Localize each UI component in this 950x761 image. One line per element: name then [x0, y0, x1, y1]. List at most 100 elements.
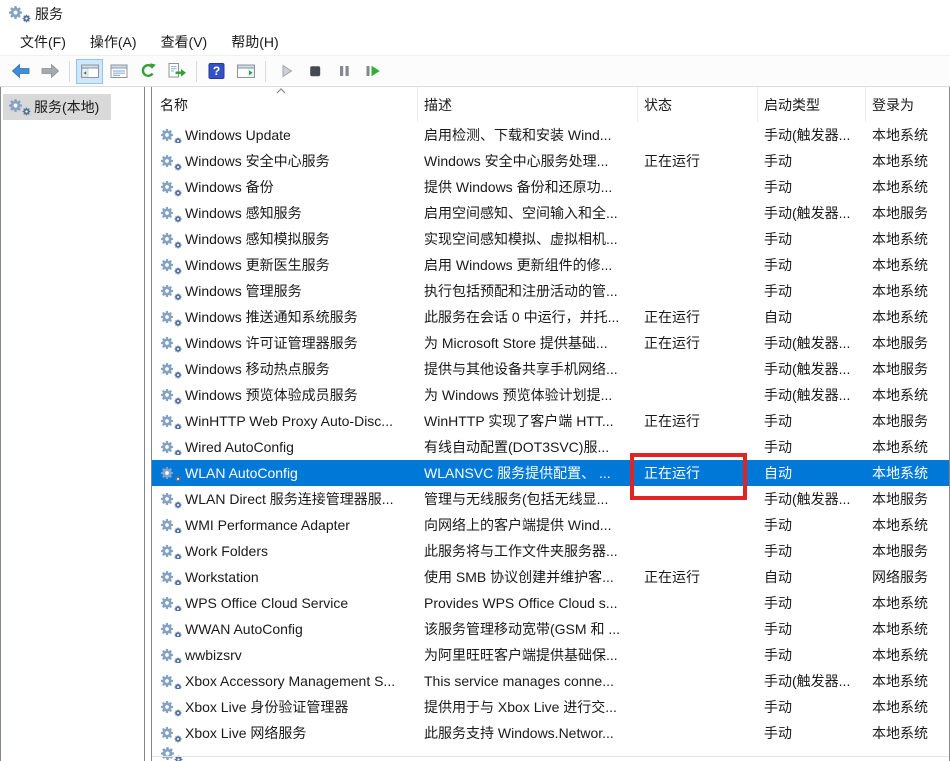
service-row[interactable]: wwbizsrv为阿里旺旺客户端提供基础保...手动本地系统 [152, 642, 949, 668]
service-row[interactable]: WLAN AutoConfigWLANSVC 服务提供配置、 ...正在运行自动… [152, 460, 949, 486]
services-gear-icon [8, 98, 28, 116]
menu-bar: 文件(F) 操作(A) 查看(V) 帮助(H) [0, 28, 950, 56]
service-row[interactable]: Wired AutoConfig有线自动配置(DOT3SVC)服...手动本地系… [152, 434, 949, 460]
service-row[interactable]: Windows 安全中心服务Windows 安全中心服务处理...正在运行手动本… [152, 148, 949, 174]
service-row[interactable]: WPS Office Cloud ServiceProvides WPS Off… [152, 590, 949, 616]
toolbar-separator [265, 61, 266, 82]
service-name-cell: Xbox Live 网络服务 [152, 723, 418, 743]
column-header-description[interactable]: 描述 [418, 87, 638, 122]
service-logon-cell: 本地系统 [866, 593, 950, 613]
service-logon-cell: 本地系统 [866, 723, 950, 743]
service-row[interactable]: Xbox Accessory Management S...This servi… [152, 668, 949, 694]
stop-service-button[interactable] [301, 59, 328, 84]
service-row[interactable]: Windows 感知服务启用空间感知、空间输入和全...手动(触发器...本地服… [152, 200, 949, 226]
column-header-startup-type[interactable]: 启动类型 [758, 87, 866, 122]
service-startup-type-cell: 手动 [758, 411, 866, 431]
service-status-cell: 正在运行 [638, 567, 758, 587]
service-description-cell: 启用空间感知、空间输入和全... [418, 203, 638, 223]
help-button[interactable]: ? [203, 59, 230, 84]
service-row[interactable]: Windows 推送通知系统服务此服务在会话 0 中运行，并托...正在运行自动… [152, 304, 949, 330]
restart-service-button[interactable] [359, 59, 386, 84]
service-logon-cell: 本地系统 [866, 281, 950, 301]
service-name-cell: Work Folders [152, 543, 418, 559]
service-description-cell: Windows 安全中心服务处理... [418, 151, 638, 171]
service-row[interactable]: WLAN Direct 服务连接管理器服...管理与无线服务(包括无线显...手… [152, 486, 949, 512]
service-row[interactable]: Xbox Live 网络服务此服务支持 Windows.Networ...手动本… [152, 720, 949, 746]
service-startup-type-cell: 手动 [758, 229, 866, 249]
service-name-cell: Windows 移动热点服务 [152, 359, 418, 379]
service-startup-type-cell: 手动 [758, 541, 866, 561]
column-header-logon-as[interactable]: 登录为 [866, 87, 950, 122]
forward-button[interactable] [36, 59, 63, 84]
service-startup-type-cell: 手动(触发器... [758, 203, 866, 223]
service-logon-cell: 本地系统 [866, 229, 950, 249]
show-action-pane-button[interactable] [232, 59, 259, 84]
stop-icon [306, 62, 324, 80]
service-logon-cell: 本地服务 [866, 333, 950, 353]
services-list-pane: 名称 描述 状态 启动类型 登录为 Windows Update启用检测、下载和… [151, 87, 950, 761]
menu-file[interactable]: 文件(F) [8, 28, 78, 56]
service-startup-type-cell: 手动 [758, 255, 866, 275]
refresh-button[interactable] [134, 59, 161, 84]
service-row[interactable]: Windows 感知模拟服务实现空间感知模拟、虚拟相机...手动本地系统 [152, 226, 949, 252]
service-description-cell: 此服务在会话 0 中运行，并托... [418, 307, 638, 327]
service-description-cell: 为 Microsoft Store 提供基础... [418, 333, 638, 353]
start-service-button[interactable] [272, 59, 299, 84]
service-row[interactable]: Work Folders此服务将与工作文件夹服务器...手动本地服务 [152, 538, 949, 564]
service-row[interactable]: WinHTTP Web Proxy Auto-Disc...WinHTTP 实现… [152, 408, 949, 434]
service-name-cell: Windows Update [152, 127, 418, 143]
toolbar-separator [69, 61, 70, 82]
service-name-cell: WWAN AutoConfig [152, 621, 418, 637]
service-description-cell: 启用检测、下载和安装 Wind... [418, 125, 638, 145]
service-name-cell: Windows 安全中心服务 [152, 151, 418, 171]
properties-button[interactable] [105, 59, 132, 84]
pause-service-button[interactable] [330, 59, 357, 84]
content-area: 服务(本地) 名称 描述 状态 启动类型 登录为 Windows Update启… [0, 87, 950, 761]
service-startup-type-cell: 手动 [758, 645, 866, 665]
service-startup-type-cell: 手动(触发器... [758, 333, 866, 353]
service-logon-cell: 本地系统 [866, 515, 950, 535]
console-tree-icon [80, 63, 100, 80]
service-name-cell: Windows 感知模拟服务 [152, 229, 418, 249]
refresh-icon [138, 62, 158, 80]
service-row[interactable]: WWAN AutoConfig该服务管理移动宽带(GSM 和 ...手动本地系统 [152, 616, 949, 642]
service-name-cell: Workstation [152, 569, 418, 585]
service-name-cell: Wired AutoConfig [152, 439, 418, 455]
service-row[interactable]: Windows Update启用检测、下载和安装 Wind...手动(触发器..… [152, 122, 949, 148]
service-row[interactable]: Windows 移动热点服务提供与其他设备共享手机网络...手动(触发器...本… [152, 356, 949, 382]
service-row[interactable]: Windows 更新医生服务启用 Windows 更新组件的修...手动本地系统 [152, 252, 949, 278]
service-name-cell: Windows 推送通知系统服务 [152, 307, 418, 327]
service-description-cell: 此服务将与工作文件夹服务器... [418, 541, 638, 561]
service-logon-cell: 本地系统 [866, 385, 950, 405]
export-list-button[interactable] [163, 59, 190, 84]
service-row[interactable]: Workstation使用 SMB 协议创建并维护客...正在运行自动网络服务 [152, 564, 949, 590]
sidebar-item-services-local[interactable]: 服务(本地) [3, 94, 111, 120]
service-description-cell: WinHTTP 实现了客户端 HTT... [418, 411, 638, 431]
service-status-cell: 正在运行 [638, 307, 758, 327]
service-row[interactable]: Windows 管理服务执行包括预配和注册活动的管...手动本地系统 [152, 278, 949, 304]
service-logon-cell: 本地服务 [866, 359, 950, 379]
menu-action[interactable]: 操作(A) [78, 28, 149, 56]
service-startup-type-cell: 手动 [758, 515, 866, 535]
show-console-tree-button[interactable] [76, 59, 103, 84]
service-logon-cell: 本地系统 [866, 437, 950, 457]
service-logon-cell: 本地系统 [866, 255, 950, 275]
service-startup-type-cell: 手动(触发器... [758, 385, 866, 405]
service-logon-cell: 网络服务 [866, 567, 950, 587]
console-tree-pane: 服务(本地) [0, 87, 145, 761]
service-name-cell: wwbizsrv [152, 647, 418, 663]
service-row[interactable]: Xbox Live 身份验证管理器提供用于与 Xbox Live 进行交...手… [152, 694, 949, 720]
title-bar: 服务 [0, 0, 950, 28]
service-startup-type-cell: 手动 [758, 619, 866, 639]
service-row[interactable]: Windows 许可证管理器服务为 Microsoft Store 提供基础..… [152, 330, 949, 356]
service-description-cell: 使用 SMB 协议创建并维护客... [418, 567, 638, 587]
back-button[interactable] [7, 59, 34, 84]
service-logon-cell: 本地服务 [866, 203, 950, 223]
service-row[interactable]: Windows 预览体验成员服务为 Windows 预览体验计划提...手动(触… [152, 382, 949, 408]
menu-help[interactable]: 帮助(H) [219, 28, 290, 56]
service-logon-cell: 本地系统 [866, 177, 950, 197]
service-row[interactable]: Windows 备份提供 Windows 备份和还原功...手动本地系统 [152, 174, 949, 200]
column-header-status[interactable]: 状态 [638, 87, 758, 122]
service-row[interactable]: WMI Performance Adapter向网络上的客户端提供 Wind..… [152, 512, 949, 538]
menu-view[interactable]: 查看(V) [149, 28, 220, 56]
